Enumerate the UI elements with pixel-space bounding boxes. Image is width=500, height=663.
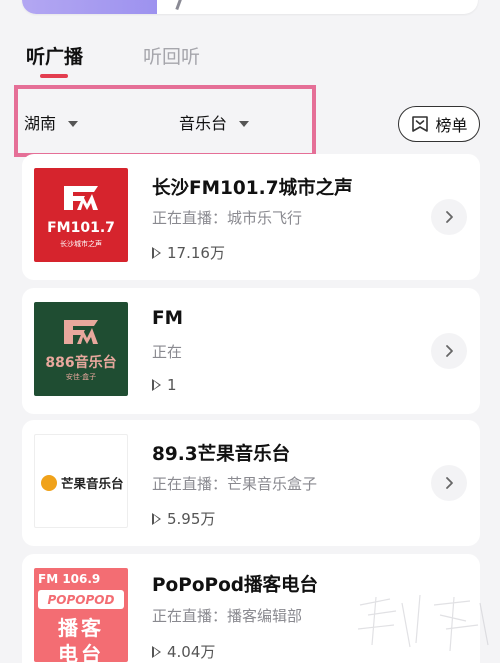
station-status: 正在直播：城市乐飞行 <box>152 209 303 227</box>
top-banner[interactable] <box>22 0 478 14</box>
station-card[interactable]: 芒果音乐台 89.3芒果音乐台 正在直播：芒果音乐盒子 5.95万 <box>22 420 480 546</box>
station-detail-button[interactable] <box>431 199 467 235</box>
station-plays: 5.95万 <box>152 508 215 529</box>
caret-down-icon <box>68 121 79 127</box>
chevron-right-icon <box>446 345 453 357</box>
station-detail-button[interactable] <box>431 333 467 369</box>
logo-subtitle: 长沙城市之声 <box>60 240 102 248</box>
mango-icon <box>41 474 57 491</box>
station-title: 89.3芒果音乐台 <box>152 444 291 465</box>
station-card[interactable]: 886音乐台 安佳·盒子 FM 正在 1 <box>22 288 480 414</box>
station-logo: FM 106.9 POPOPOD 播客 电台 <box>34 568 128 662</box>
play-count: 1 <box>167 376 177 394</box>
watermark-graphic <box>357 594 489 652</box>
logo-name: 芒果音乐台 <box>61 476 124 491</box>
station-type-label: 音乐台 <box>179 114 228 133</box>
play-count-icon <box>152 512 161 525</box>
logo-name-line1: 播客 <box>58 616 104 640</box>
station-plays: 17.16万 <box>152 242 225 263</box>
active-tab-indicator <box>40 74 68 78</box>
tab-replay[interactable]: 听回听 <box>143 44 200 70</box>
logo-frequency: FM101.7 <box>47 220 115 236</box>
station-status: 正在直播：播客编辑部 <box>152 607 303 625</box>
rank-list-label: 榜单 <box>435 116 468 135</box>
radio-page: 听广播 听回听 湖南 音乐台 榜单 FM101.7 长沙城市之声 长沙FM101… <box>0 0 500 663</box>
station-status: 正在 <box>152 343 183 361</box>
caret-down-icon <box>239 121 250 127</box>
play-count-icon <box>152 379 161 391</box>
station-status: 正在直播：芒果音乐盒子 <box>152 475 318 493</box>
station-plays: 1 <box>152 376 177 394</box>
logo-name-line2: 电台 <box>58 642 104 662</box>
tab-live-radio[interactable]: 听广播 <box>26 44 83 70</box>
ranking-icon <box>412 116 429 132</box>
chevron-right-icon <box>446 477 453 489</box>
station-type-dropdown[interactable]: 音乐台 <box>179 113 250 135</box>
station-detail-button[interactable] <box>431 465 467 501</box>
station-plays: 4.04万 <box>152 641 215 662</box>
station-title: FM <box>152 308 184 329</box>
banner-decoration <box>175 0 184 11</box>
play-count: 5.95万 <box>167 510 216 528</box>
play-count: 17.16万 <box>167 244 225 262</box>
station-logo: 芒果音乐台 <box>34 434 128 528</box>
mango-logo: 芒果音乐台 <box>41 473 124 492</box>
fm-logo-icon <box>64 186 98 210</box>
station-logo: FM101.7 长沙城市之声 <box>34 168 128 262</box>
play-count-icon <box>152 645 161 658</box>
station-title: 长沙FM101.7城市之声 <box>152 178 353 199</box>
fm-logo-icon <box>64 320 98 344</box>
play-count-icon <box>152 246 161 259</box>
region-dropdown[interactable]: 湖南 <box>24 113 79 135</box>
station-card[interactable]: FM101.7 长沙城市之声 长沙FM101.7城市之声 正在直播：城市乐飞行 … <box>22 154 480 280</box>
banner-image <box>22 0 157 14</box>
rank-list-button[interactable]: 榜单 <box>398 106 480 142</box>
station-logo: 886音乐台 安佳·盒子 <box>34 302 128 396</box>
play-count: 4.04万 <box>167 643 216 661</box>
chevron-right-icon <box>446 211 453 223</box>
logo-name: 886音乐台 <box>45 355 117 371</box>
logo-band: POPOPOD <box>38 590 124 609</box>
logo-subtitle: 安佳·盒子 <box>65 373 97 381</box>
logo-frequency: FM 106.9 <box>38 572 101 586</box>
station-title: PoPoPod播客电台 <box>152 575 319 596</box>
region-label: 湖南 <box>24 114 57 133</box>
